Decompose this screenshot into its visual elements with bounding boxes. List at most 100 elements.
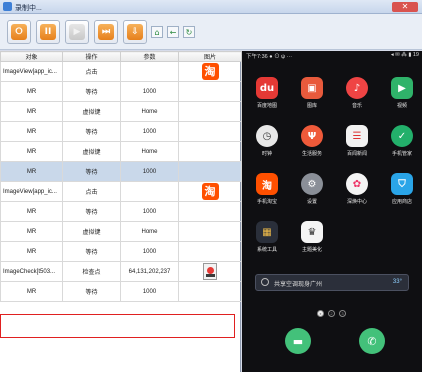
cell-action: 等待 (62, 161, 121, 182)
cell-param: 1000 (120, 241, 179, 262)
table-row[interactable]: MR 等待 1000 (0, 81, 242, 102)
step-button[interactable]: ⏭ (94, 20, 118, 44)
life-services-icon: Ψ (301, 125, 323, 147)
video-icon: ▶ (391, 77, 413, 99)
cell-image (178, 201, 242, 222)
music-icon: ♪ (346, 77, 368, 99)
pause-icon: II (40, 24, 56, 40)
column-header-action[interactable]: 操作 (62, 51, 121, 62)
status-right: ◂ ✉ ⁂ ▮ 19 (390, 52, 419, 58)
table-row[interactable]: ImageView[app_ic... 点击 淘 (0, 61, 242, 82)
app-music[interactable]: ♪ 音乐 (337, 77, 377, 109)
app-gallery[interactable]: ▣ 图库 (292, 77, 332, 109)
cell-image (178, 241, 242, 262)
app-life-services[interactable]: Ψ 生活服务 (292, 125, 332, 157)
cell-object: MR (0, 121, 63, 142)
shopping-bag-icon: ⛉ (391, 173, 413, 195)
app-baidu-map[interactable]: du 百度地图 (247, 77, 287, 109)
app-settings[interactable]: ⚙ 设置 (292, 173, 332, 205)
play-icon: ▶ (69, 24, 85, 40)
taobao-icon: 淘 (256, 173, 278, 195)
table-row[interactable]: MR 等待 1000 (0, 121, 242, 142)
back-arrow-icon: ← (169, 27, 177, 37)
cell-object: ImageView[app_ic... (0, 181, 63, 202)
app-news[interactable]: ☰ 百闻新闻 (337, 125, 377, 157)
cell-action: 虚拟键 (62, 141, 121, 162)
app-label: 设置 (306, 199, 317, 205)
app-label: 音乐 (351, 103, 362, 109)
phone-screen[interactable]: 下午7:36 ● ⊙ ψ ··· ◂ ✉ ⁂ ▮ 19 du 百度地图 ▣ 图库 ♪… (242, 51, 422, 372)
table-row[interactable]: MR 等待 1000 (0, 241, 242, 262)
title-bar: 录制中... ✕ (0, 0, 422, 14)
table-row[interactable]: MR 等待 1000 (0, 281, 242, 302)
cell-action: 等待 (62, 121, 121, 142)
cell-action: 等待 (62, 81, 121, 102)
cell-object: MR (0, 161, 63, 182)
search-widget-text: 共享空调现身广州 (274, 282, 323, 288)
flower-icon: ✿ (346, 173, 368, 195)
steps-table: 对象 操作 参数 图片 ImageView[app_ic... 点击 淘 MR … (0, 51, 242, 302)
column-header-image[interactable]: 图片 (178, 51, 242, 62)
pause-button[interactable]: II (36, 20, 60, 44)
clock-icon: ◷ (256, 125, 278, 147)
cell-param: Home (120, 221, 179, 242)
table-row-selected[interactable]: MR 等待 1000 (0, 161, 242, 182)
cell-object: MR (0, 221, 63, 242)
app-phone-manager[interactable]: ✓ 手机管家 (382, 125, 422, 157)
search-widget[interactable]: 共享空调现身广州 33° (255, 274, 409, 291)
cell-object: MR (0, 201, 63, 222)
phone-dock-button[interactable]: ✆ (359, 328, 385, 354)
app-label: 视频 (396, 103, 407, 109)
export-button[interactable]: ⇩ (123, 20, 147, 44)
cell-param: Home (120, 101, 179, 122)
cell-image (178, 101, 242, 122)
gear-icon: ⚙ (301, 173, 323, 195)
cell-param: 1000 (120, 81, 179, 102)
cell-action: 等待 (62, 241, 121, 262)
column-header-param[interactable]: 参数 (120, 51, 179, 62)
play-button[interactable]: ▶ (65, 20, 89, 44)
app-app-store[interactable]: ⛉ 应用商店 (382, 173, 422, 205)
messages-dock-button[interactable]: ▬ (285, 328, 311, 354)
refresh-nav-button[interactable]: ↻ (183, 26, 195, 38)
table-row[interactable]: MR 等待 1000 (0, 201, 242, 222)
app-theme[interactable]: ♛ 主题美化 (292, 221, 332, 253)
cell-action: 等待 (62, 201, 121, 222)
cell-image (178, 81, 242, 102)
page-dot-active[interactable]: ● (317, 310, 324, 317)
table-row[interactable]: MR 虚拟键 Home (0, 101, 242, 122)
table-row[interactable]: ImageView[app_ic... 点击 淘 (0, 181, 242, 202)
column-header-object[interactable]: 对象 (0, 51, 63, 62)
message-bubble-icon: ▬ (292, 334, 304, 348)
folder-grid-icon: ▦ (256, 221, 278, 243)
cell-image: 淘 (178, 181, 242, 202)
gallery-icon: ▣ (301, 77, 323, 99)
app-theme-center[interactable]: ✿ 深焕中心 (337, 173, 377, 205)
home-nav-button[interactable]: ⌂ (151, 26, 163, 38)
cell-action: 虚拟键 (62, 221, 121, 242)
cell-action: 等待 (62, 281, 121, 302)
checkpoint-highlight-box (0, 314, 235, 338)
table-row[interactable]: MR 虚拟键 Home (0, 221, 242, 242)
app-label: 百度地图 (256, 103, 277, 109)
app-video[interactable]: ▶ 视频 (382, 77, 422, 109)
cell-image (178, 121, 242, 142)
table-row[interactable]: MR 虚拟键 Home (0, 141, 242, 162)
app-label: 应用商店 (391, 199, 412, 205)
table-row[interactable]: ImageCheck[t503... 检查点 64,131,202,237 (0, 261, 242, 282)
status-left: 下午7:36 ● ⊙ ψ ··· (246, 54, 293, 60)
page-dot[interactable]: 2 (328, 310, 335, 317)
record-button[interactable]: ⭘ (7, 20, 31, 44)
search-icon (261, 278, 269, 286)
page-dot[interactable]: 3 (339, 310, 346, 317)
cell-image (178, 261, 242, 282)
shirt-icon: ♛ (301, 221, 323, 243)
close-button[interactable]: ✕ (392, 2, 418, 12)
cell-image (178, 281, 242, 302)
app-system-tools[interactable]: ▦ 系统工具 (247, 221, 287, 253)
cell-object: MR (0, 141, 63, 162)
app-taobao[interactable]: 淘手机淘宝 (247, 173, 287, 205)
app-label: 手机淘宝 (256, 199, 277, 205)
back-nav-button[interactable]: ← (167, 26, 179, 38)
app-clock[interactable]: ◷ 时钟 (247, 125, 287, 157)
